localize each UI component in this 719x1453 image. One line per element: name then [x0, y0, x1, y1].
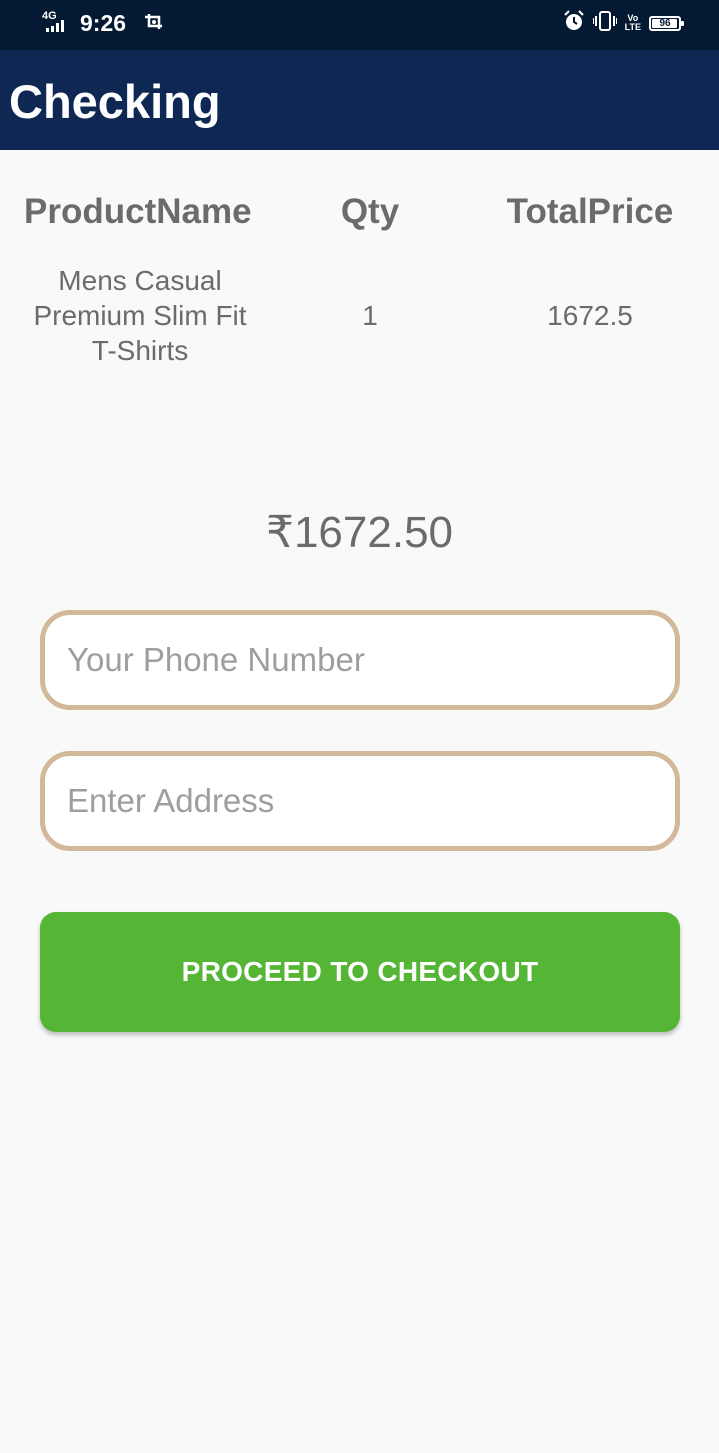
header-qty: Qty — [340, 192, 400, 231]
header-total-price: TotalPrice — [506, 192, 674, 231]
volte-icon: Vo LTE — [624, 13, 641, 32]
battery-icon: 96 — [649, 15, 684, 31]
header-product-name: ProductName — [24, 192, 252, 231]
status-bar-right: Vo LTE 96 — [563, 9, 684, 37]
battery-percent: 96 — [659, 17, 671, 29]
alarm-icon — [563, 9, 585, 37]
vibrate-icon — [591, 10, 618, 37]
screenshot-icon — [142, 13, 166, 38]
page-title: Checking — [9, 75, 221, 128]
status-time: 9:26 — [80, 10, 127, 36]
status-bar: 4G 9:26 Vo LTE 96 — [0, 0, 719, 50]
cell-product-name: Mens Casual Premium Slim Fit T-Shirts — [33, 265, 247, 366]
app-bar: Checking — [0, 50, 719, 150]
cell-total-price: 1672.5 — [547, 300, 633, 331]
phone-number-input[interactable] — [40, 610, 680, 710]
proceed-to-checkout-button[interactable]: PROCEED TO CHECKOUT — [40, 912, 680, 1032]
signal-icon — [46, 20, 64, 32]
order-total: ₹1672.50 — [265, 508, 454, 557]
address-input[interactable] — [40, 751, 680, 851]
cell-qty: 1 — [362, 300, 378, 331]
